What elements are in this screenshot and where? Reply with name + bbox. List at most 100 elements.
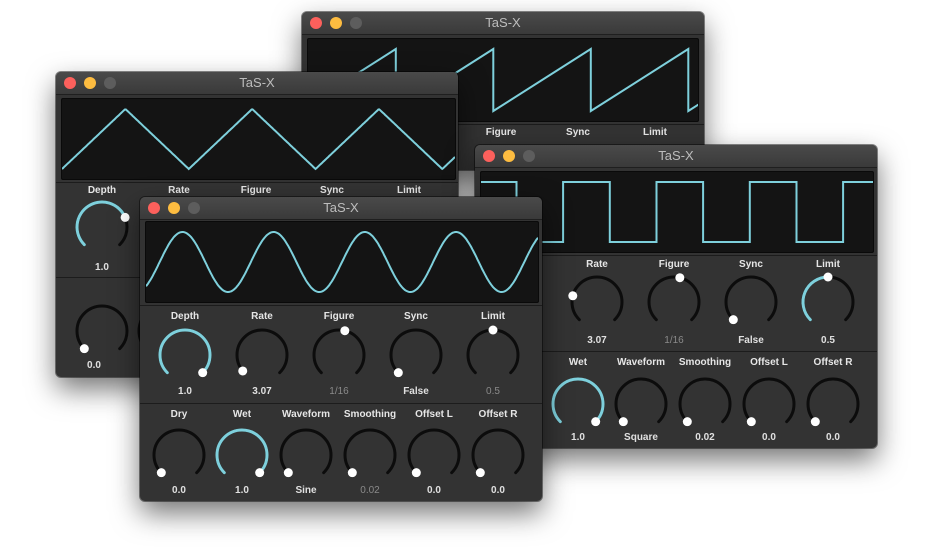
knob-handle[interactable] (746, 417, 756, 427)
depth-knob[interactable] (72, 197, 132, 257)
knob-handle[interactable] (728, 315, 738, 325)
triangle-waveform (62, 108, 455, 171)
knob-handle[interactable] (156, 468, 166, 478)
knob-handle[interactable] (475, 468, 485, 478)
dry-value: 0.0 (172, 485, 186, 496)
knob-value-arc (75, 200, 127, 247)
knob-graphic (466, 325, 520, 375)
depth-value: 1.0 (95, 262, 109, 273)
rate-label: Rate (251, 311, 273, 322)
offset-l-knob[interactable] (739, 374, 799, 434)
triangle-wave-path (62, 108, 455, 171)
figure-label: Figure (323, 311, 355, 322)
offset-l-knob[interactable] (404, 425, 464, 485)
knob-graphic (235, 328, 289, 376)
limit-label: Limit (816, 259, 840, 270)
offset-r-knob[interactable] (803, 374, 863, 434)
sine-waveform (146, 231, 538, 293)
knob-graphic (568, 275, 624, 322)
limit-knob[interactable] (798, 272, 858, 332)
waveform-knob[interactable] (611, 374, 671, 434)
knob-graphic (724, 275, 778, 325)
plugin-window-front: TaS-X Depth 1.0 Rate 3.07 Figure 1/16 Sy… (140, 197, 542, 501)
sync-knob[interactable] (386, 325, 446, 385)
knob-track (235, 328, 289, 375)
offset-r-knob[interactable] (468, 425, 528, 485)
figure-label: Figure (240, 185, 272, 196)
title-bar[interactable]: TaS-X (302, 12, 704, 35)
knob-handle[interactable] (120, 212, 130, 222)
knob-track (806, 377, 860, 424)
knob-track (407, 428, 461, 475)
knob-graphic (801, 272, 855, 322)
knob-track (343, 428, 397, 475)
offset-r-label: Offset R (478, 409, 518, 420)
smoothing-knob[interactable] (340, 425, 400, 485)
offset-l-label: Offset L (750, 357, 788, 368)
rate-knob[interactable] (232, 325, 292, 385)
sync-knob[interactable] (721, 272, 781, 332)
wet-knob[interactable] (212, 425, 272, 485)
knob-handle[interactable] (810, 417, 820, 427)
knob-handle[interactable] (682, 417, 692, 427)
offset-r-value: 0.0 (826, 432, 840, 443)
knob-handle[interactable] (198, 368, 208, 378)
knob-track (614, 377, 668, 424)
sync-label: Sync (320, 185, 344, 196)
knob-handle[interactable] (238, 366, 248, 376)
knob-handle[interactable] (411, 468, 421, 478)
rate-label: Rate (586, 259, 608, 270)
offset-r-value: 0.0 (491, 485, 505, 496)
knob-track (279, 428, 333, 475)
dry-value: 0.0 (87, 360, 101, 371)
knob-handle[interactable] (823, 272, 833, 282)
figure-label: Figure (485, 127, 517, 138)
waveform-label: Waveform (282, 409, 330, 420)
sync-label: Sync (739, 259, 763, 270)
smoothing-knob[interactable] (675, 374, 735, 434)
knob-graphic (678, 377, 732, 427)
figure-knob[interactable] (309, 325, 369, 385)
rate-knob[interactable] (567, 272, 627, 332)
knob-handle[interactable] (340, 326, 350, 336)
title-bar[interactable]: TaS-X (475, 145, 877, 168)
knob-handle[interactable] (618, 417, 628, 427)
knob-graphic (647, 273, 701, 322)
divider (140, 305, 542, 306)
knob-graphic (75, 200, 130, 247)
waveform-display (61, 98, 456, 180)
knob-track (570, 275, 624, 322)
knob-handle[interactable] (488, 325, 498, 335)
knob-handle[interactable] (283, 468, 293, 478)
window-title: TaS-X (485, 15, 521, 30)
offset-l-label: Offset L (415, 409, 453, 420)
knob-handle[interactable] (675, 273, 685, 283)
dry-label: Dry (170, 409, 188, 420)
depth-knob[interactable] (155, 325, 215, 385)
knob-handle[interactable] (347, 468, 357, 478)
knob-track (466, 328, 520, 375)
knob-handle[interactable] (591, 417, 601, 427)
window-title: TaS-X (239, 75, 275, 90)
waveform-knob[interactable] (276, 425, 336, 485)
knob-handle[interactable] (79, 344, 89, 354)
dry-knob[interactable] (72, 301, 132, 361)
dry-knob[interactable] (149, 425, 209, 485)
knob-handle[interactable] (255, 468, 265, 478)
wet-label: Wet (232, 409, 252, 420)
limit-knob[interactable] (463, 325, 523, 385)
knob-track (742, 377, 796, 424)
depth-label: Depth (170, 311, 200, 322)
figure-knob[interactable] (644, 272, 704, 332)
waveform-label: Waveform (617, 357, 665, 368)
knob-graphic (279, 428, 333, 478)
knob-handle[interactable] (393, 368, 403, 378)
knob-handle[interactable] (568, 291, 578, 301)
smoothing-label: Smoothing (343, 409, 397, 420)
knob-value-arc (158, 328, 212, 375)
wet-knob[interactable] (548, 374, 608, 434)
title-bar[interactable]: TaS-X (140, 197, 542, 220)
knob-track (75, 304, 129, 351)
knob-graphic (312, 326, 366, 375)
title-bar[interactable]: TaS-X (56, 72, 458, 95)
